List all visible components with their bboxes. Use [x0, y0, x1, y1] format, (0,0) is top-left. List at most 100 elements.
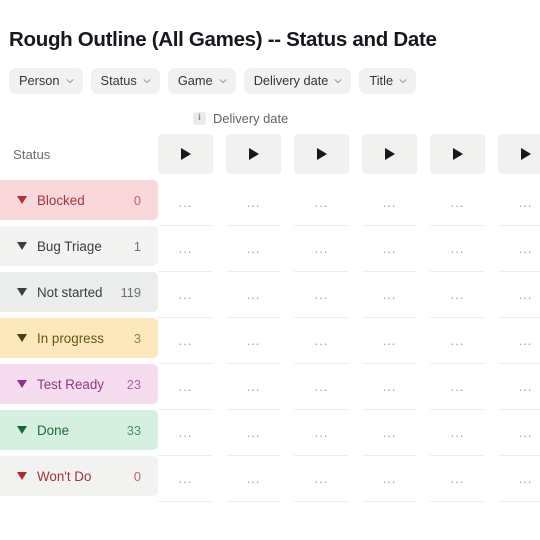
chevron-down-icon [219, 78, 227, 83]
grid-cell[interactable]: ... [498, 318, 540, 364]
status-group-not-started[interactable]: Not started 119 [0, 272, 158, 312]
column-collapse-button-5[interactable] [430, 134, 485, 174]
chevron-down-icon [66, 78, 74, 83]
grid-cell[interactable]: ... [294, 226, 349, 272]
grid-cell[interactable]: ... [498, 410, 540, 456]
status-group-count: 1 [133, 238, 141, 254]
grid-cell[interactable]: ... [430, 364, 485, 410]
grouping-caption-label: Delivery date [213, 111, 289, 126]
table-row: Bug Triage 1.................. [0, 226, 540, 272]
grid-cell[interactable]: ... [362, 272, 417, 318]
grid-cell[interactable]: ... [430, 226, 485, 272]
triangle-right-icon [520, 148, 531, 160]
grid-cell[interactable]: ... [226, 410, 281, 456]
triangle-down-icon[interactable] [17, 196, 27, 204]
status-group-label: Done [37, 422, 70, 438]
grid-cell[interactable]: ... [226, 456, 281, 502]
info-icon: i [193, 112, 206, 125]
triangle-down-icon[interactable] [17, 288, 27, 296]
filter-pill-label: Game [177, 73, 213, 88]
table-row: Not started 119.................. [0, 272, 540, 318]
status-group-blocked[interactable]: Blocked 0 [0, 180, 158, 220]
column-collapse-button-6[interactable] [498, 134, 540, 174]
grid-cell[interactable]: ... [430, 410, 485, 456]
triangle-down-icon[interactable] [17, 334, 27, 342]
grid-cell[interactable]: ... [226, 318, 281, 364]
filter-pill-label: Person [19, 73, 60, 88]
table-row: Won't Do 0.................. [0, 456, 540, 502]
grid-cell[interactable]: ... [158, 410, 213, 456]
grid-cell[interactable]: ... [158, 318, 213, 364]
grid-cell[interactable]: ... [498, 364, 540, 410]
column-collapse-button-1[interactable] [158, 134, 213, 174]
grid-cell[interactable]: ... [158, 272, 213, 318]
grid-cell[interactable]: ... [158, 226, 213, 272]
table-row: Test Ready 23.................. [0, 364, 540, 410]
grid-cell[interactable]: ... [158, 456, 213, 502]
column-collapse-button-2[interactable] [226, 134, 281, 174]
grid-cell[interactable]: ... [430, 180, 485, 226]
grid-cell[interactable]: ... [498, 456, 540, 502]
grid-cell[interactable]: ... [498, 226, 540, 272]
chevron-down-icon [399, 78, 407, 83]
page-title: Rough Outline (All Games) -- Status and … [9, 28, 437, 51]
column-collapse-button-3[interactable] [294, 134, 349, 174]
status-group-in-progress[interactable]: In progress 3 [0, 318, 158, 358]
table-row: In progress 3.................. [0, 318, 540, 364]
grid-cell[interactable]: ... [294, 180, 349, 226]
triangle-down-icon[interactable] [17, 242, 27, 250]
triangle-down-icon[interactable] [17, 426, 27, 434]
filter-pill-label: Title [369, 73, 394, 88]
grid-cell[interactable]: ... [294, 364, 349, 410]
grouping-caption: i Delivery date [193, 111, 288, 126]
filter-pill-title[interactable]: Title [359, 68, 417, 94]
grid-cell[interactable]: ... [498, 272, 540, 318]
grid-cell[interactable]: ... [362, 180, 417, 226]
triangle-right-icon [316, 148, 327, 160]
triangle-down-icon[interactable] [17, 380, 27, 388]
filter-pill-status[interactable]: Status [90, 68, 160, 94]
status-group-done[interactable]: Done 33 [0, 410, 158, 450]
status-group-bug-triage[interactable]: Bug Triage 1 [0, 226, 158, 266]
filter-pill-game[interactable]: Game [167, 68, 236, 94]
grid-cell[interactable]: ... [158, 180, 213, 226]
grid-cell[interactable]: ... [362, 226, 417, 272]
status-group-won-t-do[interactable]: Won't Do 0 [0, 456, 158, 496]
status-column-header-label: Status [13, 146, 51, 162]
grid-cell[interactable]: ... [498, 180, 540, 226]
grid-cell[interactable]: ... [294, 318, 349, 364]
grid-header-row: Status [0, 134, 540, 180]
triangle-down-icon[interactable] [17, 472, 27, 480]
status-group-count: 3 [133, 330, 141, 346]
triangle-right-icon [180, 148, 191, 160]
status-group-label: Won't Do [37, 468, 92, 484]
grid-cell[interactable]: ... [362, 364, 417, 410]
grid-cell[interactable]: ... [430, 272, 485, 318]
filter-bar: Person Status Game Delivery date Title [9, 68, 417, 94]
triangle-right-icon [248, 148, 259, 160]
grid-cell[interactable]: ... [430, 318, 485, 364]
grid-cell[interactable]: ... [226, 364, 281, 410]
triangle-right-icon [452, 148, 463, 160]
status-group-label: Not started [37, 284, 103, 300]
grid-cell[interactable]: ... [294, 456, 349, 502]
status-group-count: 119 [120, 284, 141, 300]
filter-pill-person[interactable]: Person [9, 68, 83, 94]
grid-cell[interactable]: ... [158, 364, 213, 410]
column-collapse-button-4[interactable] [362, 134, 417, 174]
grid-cell[interactable]: ... [362, 456, 417, 502]
grid-cell[interactable]: ... [294, 410, 349, 456]
filter-pill-delivery-date[interactable]: Delivery date [243, 68, 352, 94]
status-group-label: In progress [37, 330, 104, 346]
grid-cell[interactable]: ... [430, 456, 485, 502]
grid-cell[interactable]: ... [294, 272, 349, 318]
filter-pill-label: Delivery date [253, 73, 329, 88]
grid-cell[interactable]: ... [226, 226, 281, 272]
grid-cell[interactable]: ... [362, 318, 417, 364]
grid-cell[interactable]: ... [362, 410, 417, 456]
status-group-count: 23 [126, 376, 141, 392]
grid-cell[interactable]: ... [226, 180, 281, 226]
chevron-down-icon [143, 78, 151, 83]
status-group-test-ready[interactable]: Test Ready 23 [0, 364, 158, 404]
grid-cell[interactable]: ... [226, 272, 281, 318]
